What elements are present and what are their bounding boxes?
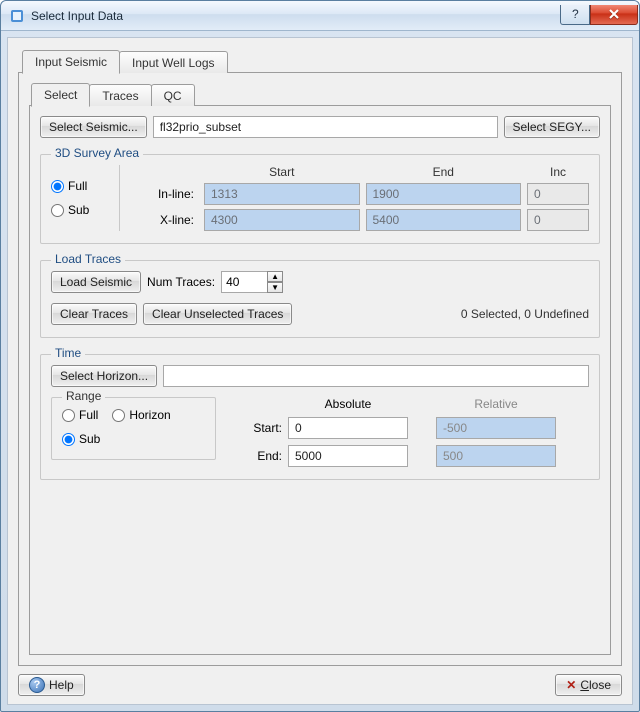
clear-traces-button[interactable]: Clear Traces: [51, 303, 137, 325]
xline-start-input[interactable]: [204, 209, 360, 231]
select-segy-button[interactable]: Select SEGY...: [504, 116, 601, 138]
load-seismic-button[interactable]: Load Seismic: [51, 271, 141, 293]
seismic-name-input[interactable]: [153, 116, 498, 138]
svg-text:?: ?: [572, 8, 579, 20]
num-traces-input[interactable]: [221, 271, 267, 293]
horizon-name-input[interactable]: [163, 365, 589, 387]
radio-sub[interactable]: Sub: [51, 203, 111, 217]
hdr-end: End: [366, 165, 522, 179]
range-sub[interactable]: Sub: [62, 432, 100, 446]
hdr-start: Start: [204, 165, 360, 179]
end-rel-input[interactable]: [436, 445, 556, 467]
inline-end-input[interactable]: [366, 183, 522, 205]
titlebar-help-button[interactable]: ?: [560, 5, 590, 25]
col-absolute: Absolute: [288, 397, 408, 411]
outer-tabstrip: Input Seismic Input Well Logs: [18, 48, 622, 72]
range-sub-label: Sub: [79, 432, 100, 446]
lbl-end: End:: [234, 449, 282, 463]
hdr-inc: Inc: [527, 165, 589, 179]
group-3d-survey-area: 3D Survey Area Full Sub: [40, 154, 600, 244]
subgroup-range: Range Full Horizon: [51, 397, 216, 460]
help-label: Help: [49, 678, 74, 692]
close-button[interactable]: ✕ Close: [555, 674, 622, 696]
inline-start-input[interactable]: [204, 183, 360, 205]
radio-sub-label: Sub: [68, 203, 89, 217]
group-legend-load: Load Traces: [51, 252, 125, 266]
close-icon: ✕: [566, 678, 576, 692]
dialog-window: Select Input Data ? Input Seismic Input …: [0, 0, 640, 712]
num-traces-up[interactable]: ▲: [267, 271, 283, 282]
end-abs-input[interactable]: [288, 445, 408, 467]
group-time: Time Select Horizon... Range Full: [40, 354, 600, 480]
radio-sub-input[interactable]: [51, 204, 64, 217]
range-horizon-input[interactable]: [112, 409, 125, 422]
survey-vsep: [119, 165, 120, 231]
survey-headers: Start End Inc: [128, 165, 589, 179]
radio-full-label: Full: [68, 179, 87, 193]
tab-select[interactable]: Select: [31, 83, 90, 107]
col-relative: Relative: [436, 397, 556, 411]
titlebar-close-button[interactable]: [590, 5, 638, 25]
app-icon: [9, 8, 25, 24]
close-label: Close: [580, 678, 611, 692]
start-rel-input[interactable]: [436, 417, 556, 439]
num-traces-spin[interactable]: ▲ ▼: [221, 271, 283, 293]
num-traces-label: Num Traces:: [147, 275, 215, 289]
range-horizon-label: Horizon: [129, 408, 170, 422]
dialog-footer: ? Help ✕ Close: [18, 666, 622, 696]
client-area: Input Seismic Input Well Logs Select Tra…: [7, 37, 633, 705]
range-full-input[interactable]: [62, 409, 75, 422]
select-seismic-button[interactable]: Select Seismic...: [40, 116, 147, 138]
num-traces-down[interactable]: ▼: [267, 282, 283, 293]
tab-qc[interactable]: QC: [151, 84, 195, 106]
titlebar[interactable]: Select Input Data ?: [1, 1, 639, 31]
outer-tabpanel: Select Traces QC Select Seismic... Selec…: [18, 72, 622, 666]
lbl-start: Start:: [234, 421, 282, 435]
select-seismic-row: Select Seismic... Select SEGY...: [40, 116, 600, 138]
time-columns: Absolute Relative Start:: [234, 397, 556, 467]
tab-input-well-logs[interactable]: Input Well Logs: [119, 51, 228, 73]
range-full-label: Full: [79, 408, 98, 422]
clear-unselected-button[interactable]: Clear Unselected Traces: [143, 303, 292, 325]
group-load-traces: Load Traces Load Seismic Num Traces: ▲ ▼: [40, 260, 600, 338]
xline-end-input[interactable]: [366, 209, 522, 231]
start-abs-input[interactable]: [288, 417, 408, 439]
group-legend-survey: 3D Survey Area: [51, 146, 143, 160]
tab-input-seismic[interactable]: Input Seismic: [22, 50, 120, 74]
tab-traces[interactable]: Traces: [89, 84, 151, 106]
lbl-xline: X-line:: [128, 213, 198, 227]
select-horizon-button[interactable]: Select Horizon...: [51, 365, 157, 387]
range-legend: Range: [62, 389, 105, 403]
selection-status: 0 Selected, 0 Undefined: [461, 307, 589, 321]
range-full[interactable]: Full: [62, 408, 98, 422]
help-icon: ?: [29, 677, 45, 693]
radio-full-input[interactable]: [51, 180, 64, 193]
help-button[interactable]: ? Help: [18, 674, 85, 696]
range-horizon[interactable]: Horizon: [112, 408, 170, 422]
window-title: Select Input Data: [31, 9, 560, 23]
radio-full[interactable]: Full: [51, 179, 111, 193]
inline-inc-input[interactable]: [527, 183, 589, 205]
inner-tabstrip: Select Traces QC: [29, 83, 611, 105]
range-sub-input[interactable]: [62, 433, 75, 446]
xline-inc-input[interactable]: [527, 209, 589, 231]
window-buttons: ?: [560, 5, 638, 25]
inner-tabpanel: Select Seismic... Select SEGY... 3D Surv…: [29, 105, 611, 655]
group-legend-time: Time: [51, 346, 85, 360]
lbl-inline: In-line:: [128, 187, 198, 201]
